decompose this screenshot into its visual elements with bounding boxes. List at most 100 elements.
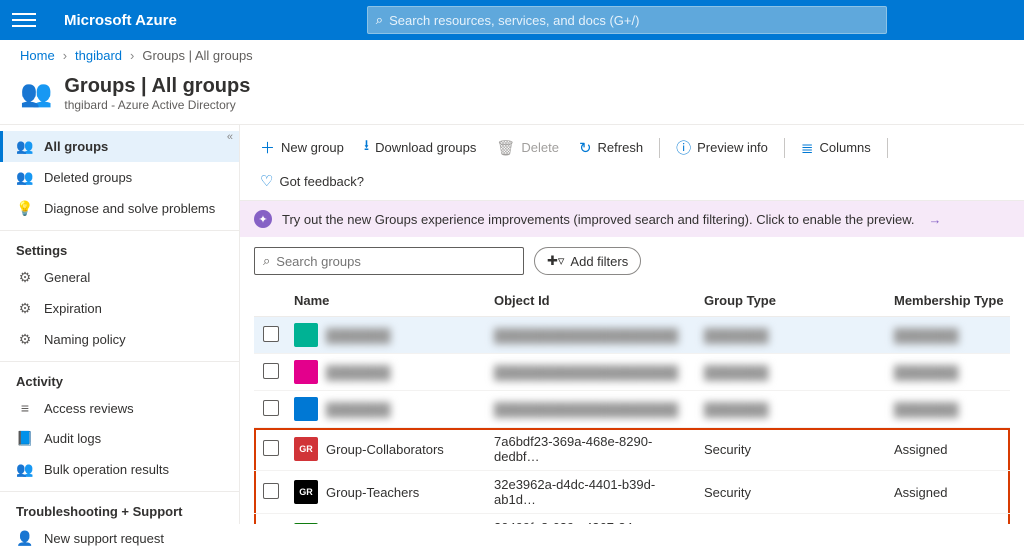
group-type: Security [698, 514, 888, 525]
collapse-sidebar-icon[interactable]: « [227, 131, 233, 143]
sidebar-item-audit-logs[interactable]: 📘Audit logs [0, 423, 239, 454]
table-row[interactable]: GRGroup-Teachers32e3962a-d4dc-4401-b39d-… [254, 471, 1010, 514]
sidebar-item-general[interactable]: ⚙ General [0, 262, 239, 293]
sidebar-item-new-support-request[interactable]: 👤 New support request [0, 523, 239, 554]
nav-label: All groups [44, 139, 108, 154]
breadcrumb: Home › thgibard › Groups | All groups [0, 40, 1024, 71]
group-objectid: 7a6bdf23-369a-468e-8290-dedbf… [488, 428, 698, 471]
nav-icon: ⚙ [16, 331, 34, 348]
col-objectid[interactable]: Object Id [488, 285, 698, 317]
breadcrumb-home[interactable]: Home [20, 48, 55, 63]
col-grouptype[interactable]: Group Type [698, 285, 888, 317]
section-activity: Activity [0, 361, 239, 393]
preview-banner[interactable]: ✦ Try out the new Groups experience impr… [240, 201, 1024, 237]
breadcrumb-current: Groups | All groups [142, 48, 252, 63]
nav-label: New support request [44, 531, 164, 546]
filter-row: ⌕ ✚▿ Add filters [240, 237, 1024, 285]
nav-label: Bulk operation results [44, 462, 169, 477]
group-badge [294, 323, 318, 347]
sidebar-item-bulk-operation-results[interactable]: 👥 Bulk operation results [0, 454, 239, 485]
col-checkbox [254, 285, 288, 317]
group-type: ███████ [698, 354, 888, 391]
divider [887, 138, 888, 158]
columns-button[interactable]: ≣Columns [793, 135, 879, 161]
section-troubleshooting: Troubleshooting + Support [0, 491, 239, 523]
add-filters-button[interactable]: ✚▿ Add filters [534, 247, 641, 275]
group-membership: ███████ [888, 354, 1010, 391]
global-search-input[interactable] [389, 13, 878, 28]
table-row[interactable]: ████████████████████████████████████████… [254, 317, 1010, 354]
banner-text: Try out the new Groups experience improv… [282, 212, 914, 227]
col-name[interactable]: Name [288, 285, 488, 317]
command-bar: ＋New group ⭳Download groups 🗑Delete ↻Ref… [240, 125, 1024, 201]
delete-button[interactable]: 🗑Delete [488, 135, 567, 161]
group-membership: ███████ [888, 391, 1010, 428]
sidebar-item-all-groups[interactable]: 👥 All groups [0, 131, 239, 162]
trash-icon: 🗑 [496, 139, 515, 157]
breadcrumb-tenant[interactable]: thgibard [75, 48, 122, 63]
page-subtitle: thgibard - Azure Active Directory [64, 98, 250, 112]
refresh-button[interactable]: ↻Refresh [571, 135, 651, 161]
row-checkbox[interactable] [254, 354, 288, 391]
group-name[interactable]: ███████ [326, 402, 390, 417]
brand: Microsoft Azure [64, 12, 177, 29]
sidebar-item-access-reviews[interactable]: ≡Access reviews [0, 393, 239, 423]
row-checkbox[interactable] [254, 514, 288, 525]
group-badge [294, 397, 318, 421]
page-header: 👥 Groups | All groups thgibard - Azure A… [0, 71, 1024, 124]
page-title: Groups | All groups [64, 75, 250, 98]
col-membership[interactable]: Membership Type [888, 285, 1010, 317]
group-badge: GR [294, 437, 318, 461]
table-row[interactable]: GRGroup-Users30499fa8-639c-4367-84ea-310… [254, 514, 1010, 525]
row-checkbox[interactable] [254, 428, 288, 471]
nav-icon: ⚙ [16, 269, 34, 286]
row-checkbox[interactable] [254, 471, 288, 514]
group-type: Security [698, 471, 888, 514]
nav-icon: 👥 [16, 138, 34, 155]
table-row[interactable]: ████████████████████████████████████████… [254, 391, 1010, 428]
download-icon: ⭳ [364, 135, 369, 160]
columns-icon: ≣ [801, 139, 814, 157]
plus-icon: ＋ [260, 137, 275, 158]
sidebar-item-naming-policy[interactable]: ⚙Naming policy [0, 324, 239, 355]
sidebar-item-expiration[interactable]: ⚙Expiration [0, 293, 239, 324]
nav-label: Access reviews [44, 401, 134, 416]
nav-icon: 💡 [16, 200, 34, 217]
nav-label: Expiration [44, 301, 102, 316]
filter-icon: ✚▿ [547, 253, 564, 269]
group-membership: Assigned [888, 514, 1010, 525]
groups-table: Name Object Id Group Type Membership Typ… [240, 285, 1024, 524]
sidebar-item-deleted-groups[interactable]: 👥Deleted groups [0, 162, 239, 193]
group-objectid: 30499fa8-639c-4367-84ea-310dc… [488, 514, 698, 525]
table-row[interactable]: ████████████████████████████████████████… [254, 354, 1010, 391]
search-groups[interactable]: ⌕ [254, 247, 524, 275]
group-name[interactable]: ███████ [326, 365, 390, 380]
hamburger-menu[interactable] [12, 8, 36, 32]
group-membership: ███████ [888, 317, 1010, 354]
search-groups-input[interactable] [276, 254, 515, 269]
table-row[interactable]: GR Group-Collaborators 7a6bdf23-369a-468e-… [254, 428, 1010, 471]
group-badge: GR [294, 523, 318, 524]
rocket-icon: ✦ [254, 210, 272, 228]
content-area: ＋New group ⭳Download groups 🗑Delete ↻Ref… [240, 125, 1024, 524]
nav-label: General [44, 270, 90, 285]
row-checkbox[interactable] [254, 391, 288, 428]
group-name[interactable]: ███████ [326, 328, 390, 343]
feedback-button[interactable]: ♡Got feedback? [252, 168, 372, 194]
download-groups-button[interactable]: ⭳Download groups [356, 131, 484, 164]
nav-label: Audit logs [44, 431, 101, 446]
nav-icon: 👤 [16, 530, 34, 547]
nav-icon: 👥 [16, 461, 34, 478]
row-checkbox[interactable] [254, 317, 288, 354]
new-group-button[interactable]: ＋New group [252, 133, 352, 162]
nav-label: Diagnose and solve problems [44, 201, 215, 216]
divider [659, 138, 660, 158]
global-search[interactable]: ⌕ [367, 6, 887, 34]
sidebar-item-diagnose-and-solve-problems[interactable]: 💡 Diagnose and solve problems [0, 193, 239, 224]
topbar: Microsoft Azure ⌕ [0, 0, 1024, 40]
group-name[interactable]: Group-Teachers [326, 485, 419, 500]
group-name[interactable]: Group-Collaborators [326, 442, 444, 457]
divider [784, 138, 785, 158]
sidebar: « 👥 All groups 👥Deleted groups 💡 Diagnose an… [0, 125, 240, 524]
preview-info-button[interactable]: ⓘPreview info [668, 133, 776, 162]
